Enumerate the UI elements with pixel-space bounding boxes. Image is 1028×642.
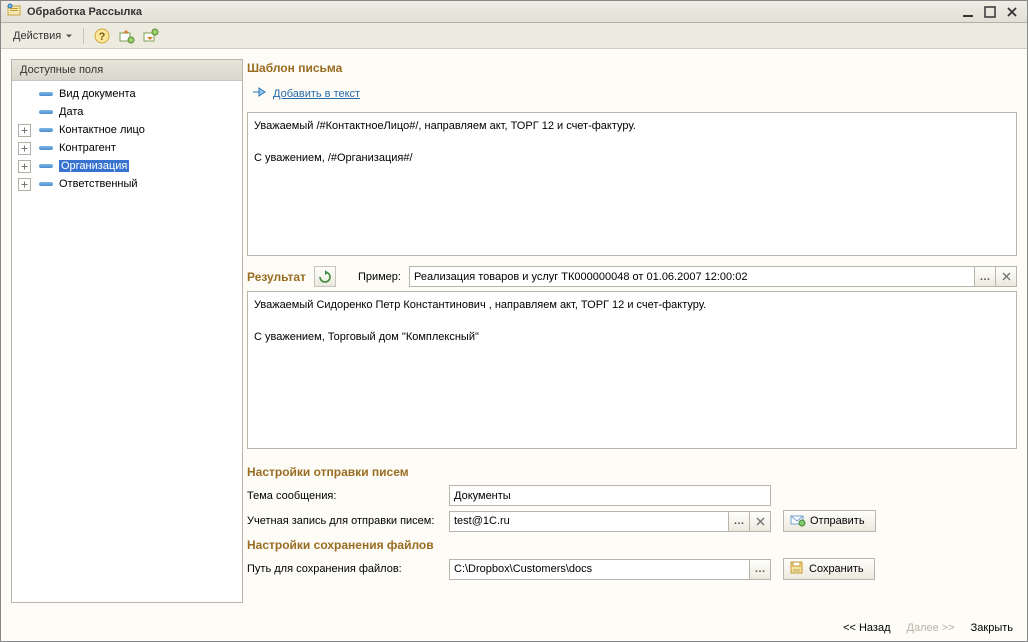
example-input-group: … <box>409 266 1017 287</box>
add-arrow-icon[interactable] <box>251 85 267 102</box>
config-icon[interactable] <box>116 26 136 46</box>
tree-expander-icon[interactable] <box>18 142 31 155</box>
refresh-button[interactable] <box>314 266 336 287</box>
example-input[interactable] <box>409 266 975 287</box>
maximize-button[interactable] <box>981 5 999 19</box>
example-label: Пример: <box>358 271 401 283</box>
template-textarea[interactable] <box>247 112 1017 256</box>
tree-item-doc-type[interactable]: Вид документа <box>12 85 242 103</box>
path-row: Путь для сохранения файлов: … Сохранить <box>247 556 1017 582</box>
save-icon <box>790 561 803 577</box>
account-label: Учетная запись для отправки писем: <box>247 515 443 527</box>
settings-area: Настройки отправки писем Тема сообщения:… <box>247 453 1017 582</box>
path-input-group: … <box>449 559 771 580</box>
send-icon <box>790 514 804 529</box>
add-to-text-link[interactable]: Добавить в текст <box>273 88 360 100</box>
result-bar: Результат Пример: … <box>247 260 1017 287</box>
result-textarea[interactable] <box>247 291 1017 449</box>
tree-expander-icon[interactable] <box>18 160 31 173</box>
subject-label: Тема сообщения: <box>247 490 443 502</box>
import-icon[interactable] <box>140 26 160 46</box>
file-settings-title: Настройки сохранения файлов <box>247 534 1017 556</box>
tree-item-responsible[interactable]: Ответственный <box>12 175 242 193</box>
account-row: Учетная запись для отправки писем: … Отп… <box>247 508 1017 534</box>
svg-text:?: ? <box>99 31 106 43</box>
sidebar-header: Доступные поля <box>12 60 242 81</box>
account-input[interactable] <box>449 511 729 532</box>
main-area: Доступные поля Вид документа Дата Контак… <box>1 49 1027 613</box>
subject-input[interactable] <box>449 485 771 506</box>
account-input-group: … <box>449 511 771 532</box>
example-select-button[interactable]: … <box>975 266 996 287</box>
tree-expander-icon[interactable] <box>18 124 31 137</box>
field-icon <box>39 182 53 186</box>
close-link[interactable]: Закрыть <box>971 622 1013 634</box>
actions-dropdown[interactable]: Действия <box>7 28 75 44</box>
path-select-button[interactable]: … <box>750 559 771 580</box>
field-icon <box>39 92 53 96</box>
account-clear-button[interactable] <box>750 511 771 532</box>
field-icon <box>39 164 53 168</box>
example-clear-button[interactable] <box>996 266 1017 287</box>
field-icon <box>39 146 53 150</box>
titlebar: Обработка Рассылка <box>1 1 1027 23</box>
toolbar: Действия ? <box>1 23 1027 49</box>
help-icon[interactable]: ? <box>92 26 112 46</box>
mail-settings-title: Настройки отправки писем <box>247 461 1017 483</box>
tree-item-label: Вид документа <box>59 88 136 100</box>
template-title: Шаблон письма <box>247 59 1017 79</box>
tree-expander-placeholder <box>18 88 31 101</box>
app-icon <box>7 3 21 20</box>
path-label: Путь для сохранения файлов: <box>247 563 443 575</box>
template-toolbar: Добавить в текст <box>247 83 1017 108</box>
tree-expander-icon[interactable] <box>18 178 31 191</box>
field-icon <box>39 128 53 132</box>
tree-item-label: Контактное лицо <box>59 124 145 136</box>
app-window: Обработка Рассылка Действия ? Доступные … <box>0 0 1028 642</box>
save-button-label: Сохранить <box>809 563 864 575</box>
fields-sidebar: Доступные поля Вид документа Дата Контак… <box>11 59 243 603</box>
send-button-label: Отправить <box>810 515 865 527</box>
close-button[interactable] <box>1003 5 1021 19</box>
tree-expander-placeholder <box>18 106 31 119</box>
tree-item-organization[interactable]: Организация <box>12 157 242 175</box>
save-button[interactable]: Сохранить <box>783 558 875 580</box>
subject-row: Тема сообщения: <box>247 483 1017 508</box>
tree-item-contact[interactable]: Контактное лицо <box>12 121 242 139</box>
tree-item-label: Дата <box>59 106 83 118</box>
field-icon <box>39 110 53 114</box>
content-area: Шаблон письма Добавить в текст Результат… <box>247 59 1017 603</box>
footer: << Назад Далее >> Закрыть <box>1 613 1027 641</box>
toolbar-separator <box>83 28 84 44</box>
minimize-button[interactable] <box>959 5 977 19</box>
tree-item-label: Ответственный <box>59 178 138 190</box>
window-title: Обработка Рассылка <box>27 6 142 18</box>
account-select-button[interactable]: … <box>729 511 750 532</box>
send-button[interactable]: Отправить <box>783 510 876 532</box>
fields-tree: Вид документа Дата Контактное лицо Контр… <box>12 81 242 602</box>
tree-item-label: Организация <box>59 160 129 172</box>
tree-item-label: Контрагент <box>59 142 116 154</box>
next-button: Далее >> <box>907 622 955 634</box>
result-title: Результат <box>247 270 306 284</box>
path-input[interactable] <box>449 559 750 580</box>
tree-item-counterparty[interactable]: Контрагент <box>12 139 242 157</box>
tree-item-date[interactable]: Дата <box>12 103 242 121</box>
back-button[interactable]: << Назад <box>843 622 890 634</box>
